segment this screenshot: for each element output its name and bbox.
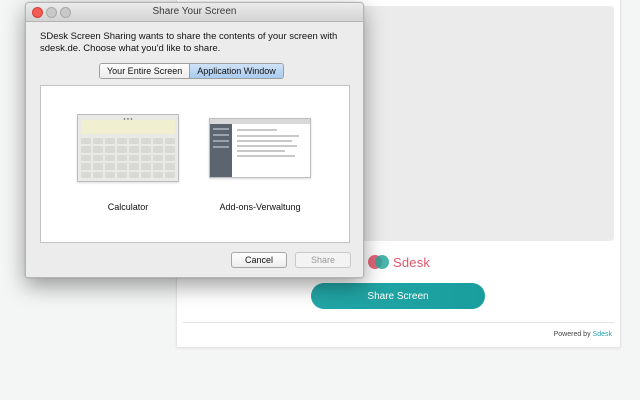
dialog-message: SDesk Screen Sharing wants to share the … (40, 31, 338, 54)
share-type-tabs: Your Entire Screen Application Window (99, 63, 284, 79)
brand-name: Sdesk (393, 254, 431, 270)
share-button[interactable]: Share (295, 252, 351, 268)
window-label: Calculator (107, 202, 149, 212)
calculator-thumbnail: ● ● ● (77, 114, 179, 182)
powered-by-link[interactable]: Sdesk (593, 331, 612, 338)
brand: Sdesk (368, 254, 430, 270)
window-item-addons[interactable]: Add-ons-Verwaltung (209, 118, 311, 212)
addons-thumbnail (209, 118, 311, 178)
powered-by-text: Powered by (553, 331, 591, 338)
sdesk-logo-icon (368, 254, 390, 270)
share-screen-button[interactable]: Share Screen (311, 283, 485, 309)
title-bar[interactable]: Share Your Screen (26, 3, 363, 22)
window-label: Add-ons-Verwaltung (219, 202, 301, 212)
dialog-title: Share Your Screen (152, 6, 237, 17)
tab-entire-screen[interactable]: Your Entire Screen (100, 64, 191, 78)
window-list: ● ● ● Calculator Add-ons-Verwaltung (40, 85, 350, 243)
share-screen-dialog: Share Your Screen SDesk Screen Sharing w… (25, 2, 364, 278)
window-item-calculator[interactable]: ● ● ● Calculator (77, 114, 179, 212)
powered-by: Powered by Sdesk (554, 331, 612, 338)
cancel-button[interactable]: Cancel (231, 252, 287, 268)
tab-application-window[interactable]: Application Window (190, 64, 283, 78)
divider (183, 322, 614, 323)
